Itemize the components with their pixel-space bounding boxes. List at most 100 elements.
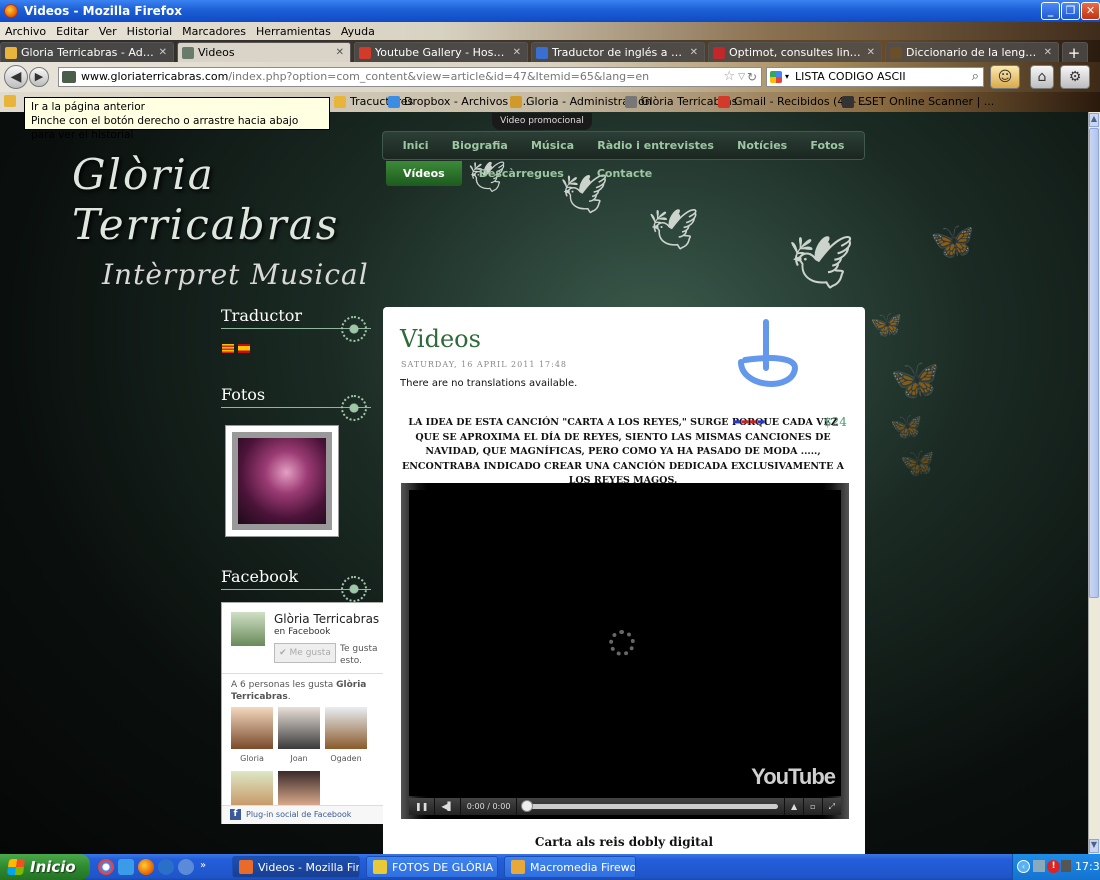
addon-icon[interactable]: ☺ — [990, 65, 1020, 89]
main-menu: Inici Biografia Música Ràdio i entrevist… — [382, 131, 865, 160]
photo-thumbnail[interactable] — [225, 425, 339, 537]
bookmark-star-icon[interactable]: ☆ — [723, 68, 735, 86]
chat-icon[interactable] — [158, 859, 174, 875]
friend-avatar[interactable] — [325, 707, 367, 749]
clock[interactable]: 17:36 — [1075, 860, 1100, 873]
menu-noticies[interactable]: Notícies — [737, 139, 787, 152]
spanish-flag-icon[interactable] — [238, 344, 250, 353]
popout-icon[interactable]: ▫ — [804, 798, 823, 815]
bookmark-eset[interactable]: ESET Online Scanner | ... — [842, 95, 994, 108]
restore-button[interactable]: ❐ — [1061, 2, 1080, 20]
menu-biografia[interactable]: Biografia — [452, 139, 508, 152]
tab-gloria-admin[interactable]: Gloria Terricabras - Administración ✕ — [0, 42, 174, 62]
friend-avatar[interactable] — [231, 771, 273, 805]
tab-close-icon[interactable]: ✕ — [867, 47, 875, 58]
menu-musica[interactable]: Música — [531, 139, 574, 152]
minimize-button[interactable]: _ — [1041, 2, 1060, 20]
fb-like-button[interactable]: ✔ Me gusta — [274, 643, 336, 663]
scrollbar-thumb[interactable] — [1089, 128, 1099, 598]
progress-bar[interactable] — [521, 800, 779, 812]
taskbar-firefox[interactable]: Videos - Mozilla Firefox — [232, 856, 360, 878]
media-icon[interactable] — [178, 859, 194, 875]
facebook-like-box: Glòria Terricabras en Facebook ✔ Me gust… — [221, 602, 385, 824]
url-input[interactable]: www.gloriaterricabras.com/index.php?opti… — [58, 67, 762, 87]
taskbar-fireworks[interactable]: Macromedia Firework... — [504, 856, 636, 878]
menu-contacte[interactable]: Contacte — [597, 167, 652, 180]
menu-descarregues[interactable]: Descàrregues — [479, 167, 564, 180]
time-display: 0:00 / 0:00 — [461, 798, 518, 815]
reload-icon[interactable]: ↻ — [747, 68, 757, 86]
video-area[interactable]: YouTube — [409, 490, 841, 796]
youtube-player[interactable]: YouTube ❚❚ ◀▌ 0:00 / 0:00 ▲ ▫ ⤢ — [401, 483, 849, 819]
chevron-down-icon[interactable]: ▽ — [738, 68, 745, 86]
page-avatar[interactable] — [231, 612, 265, 646]
scroll-up-icon[interactable]: ▲ — [1089, 113, 1099, 127]
tab-videos[interactable]: Videos ✕ — [177, 42, 351, 62]
forward-arrow-icon[interactable]: ▶ — [29, 67, 49, 87]
tab-close-icon[interactable]: ✕ — [159, 47, 167, 58]
chevron-right-icon[interactable]: » — [200, 860, 206, 871]
menu-radio[interactable]: Ràdio i entrevistes — [597, 139, 714, 152]
search-input[interactable]: ▾ LISTA CODIGO ASCII ⌕ — [766, 67, 984, 87]
ie-icon[interactable] — [118, 859, 134, 875]
progress-knob[interactable] — [521, 800, 534, 812]
start-button[interactable]: Inicio — [0, 854, 90, 880]
addon-toolbar-icon[interactable]: ⚙ — [1060, 65, 1090, 89]
back-arrow-icon[interactable]: ◀ — [4, 65, 28, 89]
fullscreen-icon[interactable]: ⤢ — [823, 798, 841, 815]
firefox-icon[interactable] — [138, 859, 154, 875]
home-icon[interactable]: ⌂ — [1030, 65, 1054, 89]
taskbar-fotos-folder[interactable]: FOTOS DE GLÒRIA X ... — [366, 856, 498, 878]
menu-editar[interactable]: Editar — [56, 25, 89, 38]
friend-avatar[interactable] — [278, 771, 320, 805]
dove-icon: 🕊 — [788, 233, 855, 293]
tab-optimot[interactable]: Optimot, consultes lingüístiques ... ✕ — [708, 42, 882, 62]
fb-page-name[interactable]: Glòria Terricabras — [274, 612, 379, 626]
menu-fotos[interactable]: Fotos — [810, 139, 844, 152]
menu-archivo[interactable]: Archivo — [5, 25, 46, 38]
tab-favicon-icon — [713, 46, 725, 59]
menu-videos[interactable]: Vídeos — [386, 161, 462, 186]
quality-icon[interactable]: ▲ — [784, 798, 805, 815]
tab-traductor[interactable]: Traductor de inglés a español / ... ✕ — [531, 42, 705, 62]
bookmark-dropbox[interactable]: Dropbox - Archivos - ... — [388, 95, 530, 108]
search-icon[interactable]: ⌕ — [972, 68, 979, 86]
menu-marcadores[interactable]: Marcadores — [182, 25, 246, 38]
butterfly-icon: 🦋 — [890, 412, 923, 442]
fb-plugin-link[interactable]: Plug-in social de Facebook — [246, 810, 351, 819]
site-identity-icon[interactable] — [62, 71, 76, 83]
new-tab-button[interactable]: + — [1062, 42, 1088, 62]
menu-inici[interactable]: Inici — [403, 139, 429, 152]
menu-ver[interactable]: Ver — [99, 25, 117, 38]
google-icon[interactable] — [770, 71, 782, 83]
youtube-logo[interactable]: YouTube — [751, 764, 836, 790]
close-button[interactable]: ✕ — [1081, 2, 1100, 20]
menu-ayuda[interactable]: Ayuda — [341, 25, 375, 38]
firefox-icon — [239, 860, 253, 874]
tab-close-icon[interactable]: ✕ — [690, 47, 698, 58]
volume-icon[interactable]: ◀▌ — [435, 798, 461, 815]
tab-close-icon[interactable]: ✕ — [1044, 47, 1052, 58]
chevron-down-icon[interactable]: ▾ — [785, 68, 789, 86]
menu-historial[interactable]: Historial — [127, 25, 172, 38]
friend-avatar[interactable] — [278, 707, 320, 749]
security-alert-icon[interactable]: ! — [1047, 860, 1060, 873]
menu-herramientas[interactable]: Herramientas — [256, 25, 331, 38]
promo-tab[interactable]: Video promocional — [492, 113, 592, 130]
friend-avatar[interactable] — [231, 707, 273, 749]
bookmarks-folder-icon[interactable] — [4, 95, 20, 107]
ad-link[interactable]: ▬▬▬▬ — [733, 417, 765, 427]
tab-youtube-gallery[interactable]: Youtube Gallery - Hosting Joomla ✕ — [354, 42, 528, 62]
scroll-down-icon[interactable]: ▼ — [1089, 839, 1099, 853]
tab-close-icon[interactable]: ✕ — [336, 47, 344, 58]
ad-price[interactable]: $24 — [824, 415, 847, 429]
tab-diccionario[interactable]: Diccionario de la lengua español... ✕ — [885, 42, 1059, 62]
network-icon[interactable] — [1033, 860, 1045, 872]
tray-chevron-icon[interactable]: ‹ — [1017, 860, 1030, 873]
tab-close-icon[interactable]: ✕ — [513, 47, 521, 58]
chrome-icon[interactable] — [98, 859, 114, 875]
tab-favicon-icon — [359, 46, 371, 59]
catalan-flag-icon[interactable] — [222, 344, 234, 353]
pause-icon[interactable]: ❚❚ — [409, 798, 436, 815]
speaker-icon[interactable] — [1061, 860, 1071, 872]
